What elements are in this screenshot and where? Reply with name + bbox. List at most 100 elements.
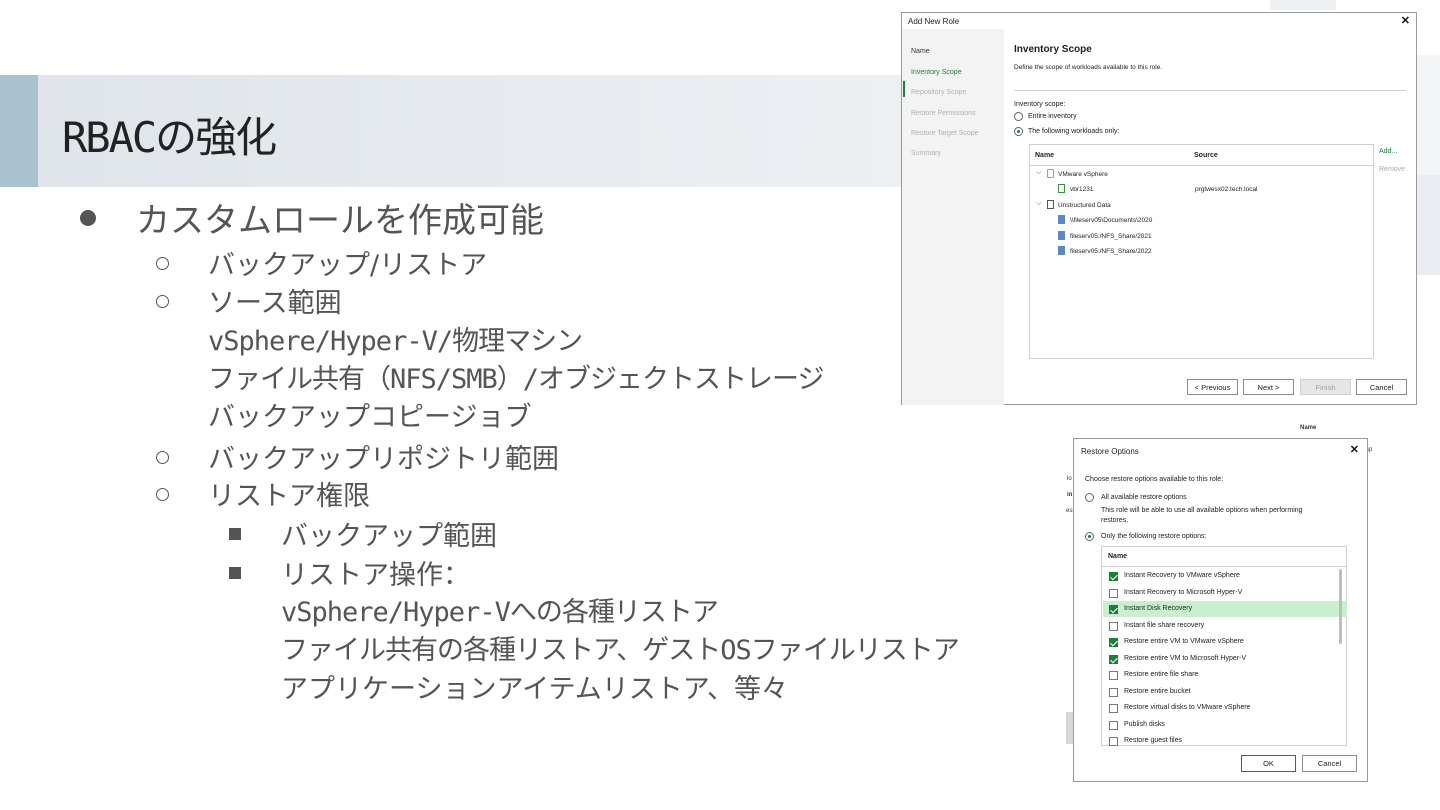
nav-step-repository-scope[interactable]: Repository Scope bbox=[911, 89, 966, 96]
checkbox-unchecked[interactable] bbox=[1109, 704, 1118, 713]
bullet-item-level-1: カスタムロールを作成可能 bbox=[136, 201, 544, 241]
radio-following-options[interactable] bbox=[1085, 532, 1094, 541]
restore-option-row[interactable]: Publish disks bbox=[1103, 717, 1347, 733]
restore-option-row[interactable]: Instant Recovery to Microsoft Hyper-V bbox=[1103, 585, 1347, 601]
checkbox-unchecked[interactable] bbox=[1109, 720, 1118, 730]
finish-button[interactable]: Finish bbox=[1300, 379, 1351, 395]
restore-option-label: Restore entire bucket bbox=[1124, 687, 1191, 695]
checkbox-checked[interactable] bbox=[1109, 638, 1118, 647]
workloads-table: Name Source ⌵ VMware vSphere vbr1231 prg… bbox=[1029, 144, 1374, 359]
bullet-marker bbox=[229, 567, 241, 579]
restore-option-label: Publish disks bbox=[1124, 720, 1165, 728]
bullet-item-level-2: vSphere/Hyper-V/物理マシン bbox=[208, 326, 583, 357]
nav-step-summary[interactable]: Summary bbox=[911, 150, 941, 157]
bullet-item-level-3: vSphere/Hyper-Vへの各種リストア bbox=[281, 597, 719, 628]
scope-label: Inventory scope: bbox=[1014, 101, 1066, 108]
header-divider bbox=[1102, 566, 1346, 567]
restore-option-row[interactable]: Instant Recovery to VMware vSphere bbox=[1103, 568, 1347, 584]
bullet-item-level-2: ソース範囲 bbox=[208, 288, 342, 319]
scrollbar[interactable] bbox=[1339, 569, 1342, 644]
background-decoration bbox=[1416, 175, 1440, 275]
bullet-marker bbox=[156, 451, 169, 464]
restore-option-row[interactable]: Restore guest files bbox=[1103, 733, 1347, 749]
checkbox-checked[interactable] bbox=[1109, 654, 1118, 664]
section-title: Inventory Scope bbox=[1014, 44, 1092, 55]
tree-node[interactable]: \\fileserv05\Documents\2020 bbox=[1070, 217, 1152, 224]
radio-following-workloads[interactable] bbox=[1014, 127, 1023, 136]
tree-node[interactable]: fileserv05:/NFS_Share/2022 bbox=[1070, 248, 1152, 255]
dialog-title: Restore Options bbox=[1081, 447, 1139, 456]
section-description: Define the scope of workloads available … bbox=[1014, 64, 1163, 71]
active-step-indicator bbox=[903, 81, 905, 97]
nav-step-restore-target-scope[interactable]: Restore Target Scope bbox=[911, 130, 979, 137]
title-accent-bar bbox=[0, 75, 38, 187]
prompt-text: Choose restore options available to this… bbox=[1085, 476, 1224, 483]
checkbox-checked[interactable] bbox=[1109, 572, 1118, 581]
host-icon bbox=[1058, 184, 1065, 193]
bullet-item-level-3: リストア操作： bbox=[281, 560, 470, 591]
restore-option-row[interactable]: Restore virtual disks to VMware vSphere bbox=[1103, 700, 1347, 716]
radio-label: Entire inventory bbox=[1028, 113, 1077, 120]
chevron-down-icon[interactable]: ⌵ bbox=[1036, 200, 1041, 208]
column-header-name[interactable]: Name bbox=[1108, 553, 1127, 560]
radio-label: All available restore options bbox=[1101, 494, 1187, 501]
checkbox-unchecked[interactable] bbox=[1109, 671, 1118, 680]
tree-node[interactable]: fileserv05:/NFS_Share/2021 bbox=[1070, 233, 1152, 240]
checkbox-checked[interactable] bbox=[1109, 605, 1118, 614]
remove-workload-link[interactable]: Remove bbox=[1379, 166, 1405, 173]
bullet-item-level-2: リストア権限 bbox=[208, 481, 370, 512]
checkbox-unchecked[interactable] bbox=[1109, 621, 1118, 631]
close-icon[interactable]: ✕ bbox=[1401, 14, 1410, 27]
restore-option-row[interactable]: Restore entire VM to Microsoft Hyper-V bbox=[1103, 651, 1347, 667]
background-decoration bbox=[1416, 55, 1440, 175]
radio-description: This role will be able to use all availa… bbox=[1101, 507, 1303, 514]
file-share-icon bbox=[1058, 231, 1065, 240]
restore-option-label: Instant file share recovery bbox=[1124, 621, 1205, 629]
restore-option-label: Instant Recovery to VMware vSphere bbox=[1124, 572, 1240, 579]
bullet-item-level-2: バックアップ/リストア bbox=[208, 250, 488, 281]
tree-node-source: prgtwesx02.tech.local bbox=[1195, 186, 1258, 193]
wizard-sidebar bbox=[902, 29, 1004, 405]
restore-option-row[interactable]: Instant Disk Recovery bbox=[1103, 601, 1347, 617]
previous-button[interactable]: < Previous bbox=[1187, 379, 1238, 395]
nav-step-name[interactable]: Name bbox=[911, 48, 930, 55]
background-decoration bbox=[1270, 0, 1336, 10]
cancel-button[interactable]: Cancel bbox=[1356, 379, 1407, 395]
radio-entire-inventory[interactable] bbox=[1014, 112, 1023, 121]
restore-option-label: Restore entire VM to Microsoft Hyper-V bbox=[1124, 654, 1247, 662]
bullet-item-level-3: バックアップ範囲 bbox=[281, 521, 497, 552]
tree-node[interactable]: VMware vSphere bbox=[1058, 171, 1108, 178]
background-fragment: lo bbox=[1067, 476, 1072, 482]
nav-step-restore-permissions[interactable]: Restore Permissions bbox=[911, 110, 976, 117]
restore-option-row[interactable]: Instant file share recovery bbox=[1103, 618, 1347, 634]
unstructured-data-icon bbox=[1047, 200, 1054, 209]
bullet-item-level-2: ファイル共有（NFS/SMB）/オブジェクトストレージ bbox=[208, 364, 825, 395]
close-icon[interactable]: ✕ bbox=[1350, 443, 1359, 456]
restore-option-row[interactable]: Restore entire file share bbox=[1103, 667, 1347, 683]
add-workload-link[interactable]: Add... bbox=[1379, 148, 1397, 155]
cancel-button[interactable]: Cancel bbox=[1302, 755, 1357, 772]
file-share-icon bbox=[1058, 246, 1065, 255]
nav-step-inventory-scope[interactable]: Inventory Scope bbox=[911, 69, 962, 76]
header-divider bbox=[1030, 165, 1373, 166]
restore-option-row[interactable]: Restore entire bucket bbox=[1103, 684, 1347, 700]
restore-options-table: Name Instant Recovery to VMware vSphere I… bbox=[1101, 546, 1347, 746]
tree-node[interactable]: Unstructured Data bbox=[1058, 202, 1111, 209]
column-header-name[interactable]: Name bbox=[1035, 152, 1054, 159]
restore-option-label: Restore guest files bbox=[1124, 737, 1182, 744]
radio-description: restores. bbox=[1101, 517, 1129, 524]
background-fragment: in bbox=[1067, 492, 1073, 498]
vsphere-icon bbox=[1047, 169, 1054, 178]
column-header-source[interactable]: Source bbox=[1194, 152, 1218, 159]
tree-node[interactable]: vbr1231 bbox=[1070, 186, 1094, 193]
restore-option-label: Restore entire VM to VMware vSphere bbox=[1124, 638, 1244, 645]
next-button[interactable]: Next > bbox=[1243, 379, 1294, 395]
chevron-down-icon[interactable]: ⌵ bbox=[1036, 169, 1041, 177]
checkbox-unchecked[interactable] bbox=[1109, 687, 1118, 697]
bullet-marker bbox=[156, 295, 169, 308]
restore-option-row[interactable]: Restore entire VM to VMware vSphere bbox=[1103, 634, 1347, 650]
ok-button[interactable]: OK bbox=[1241, 755, 1296, 772]
checkbox-unchecked[interactable] bbox=[1109, 737, 1118, 746]
checkbox-unchecked[interactable] bbox=[1109, 588, 1118, 598]
radio-all-options[interactable] bbox=[1085, 493, 1094, 502]
